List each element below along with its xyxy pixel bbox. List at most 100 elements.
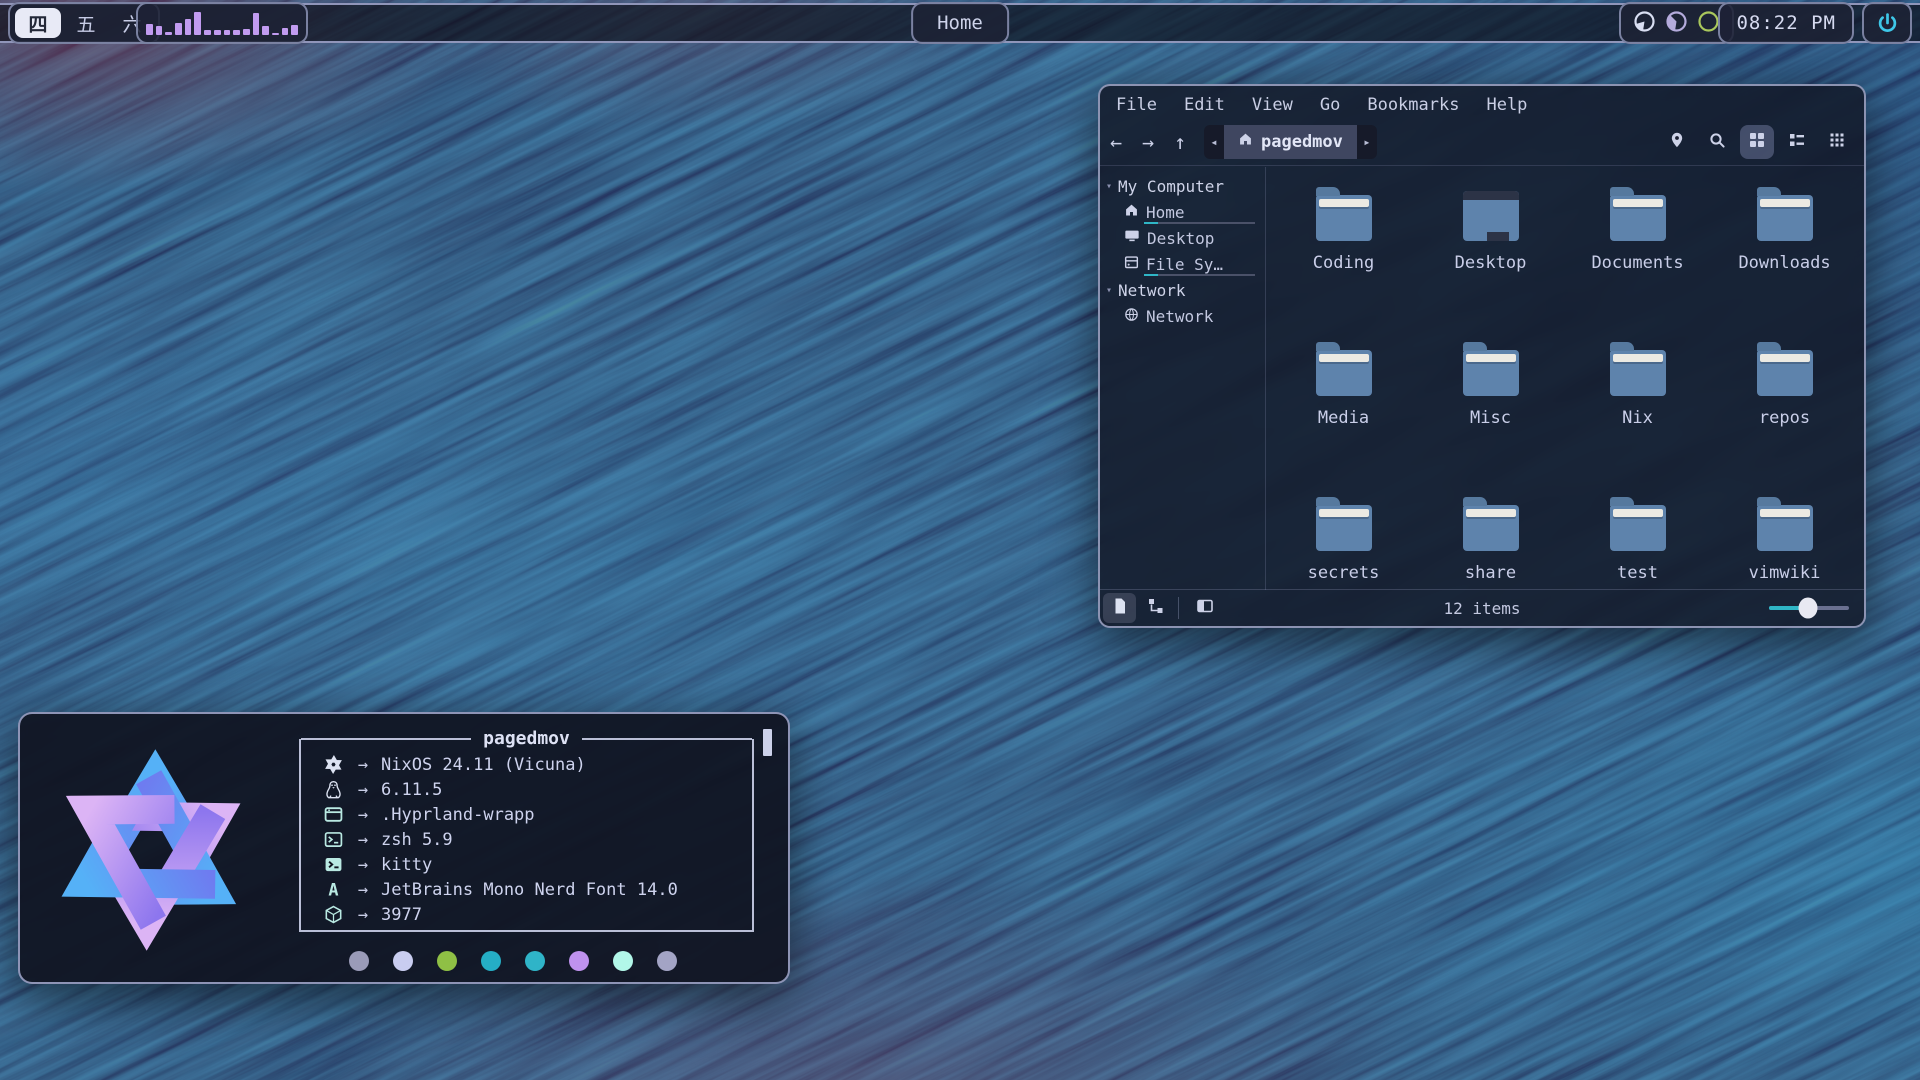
fastfetch-row: →zsh 5.9 <box>301 827 752 852</box>
palette-dot <box>349 951 369 971</box>
frame-line <box>301 738 471 740</box>
visualizer-bar <box>165 32 172 35</box>
audio-visualizer-widget <box>136 2 308 44</box>
folder-label: Documents <box>1591 253 1683 273</box>
folder-media[interactable]: Media <box>1270 334 1417 489</box>
folder-grid: CodingDesktop Documents Downloads MediaMisc… <box>1270 167 1862 590</box>
location-pin-icon <box>1668 131 1686 153</box>
icon-view-icon <box>1748 131 1766 153</box>
up-button[interactable]: ↑ <box>1164 126 1196 158</box>
tab-scroll-left-icon[interactable]: ◂ <box>1204 135 1224 149</box>
sidebar-item-desktop[interactable]: Desktop <box>1100 225 1265 251</box>
workspace-button[interactable]: 四 <box>15 8 61 38</box>
folder-misc[interactable]: Misc <box>1417 334 1564 489</box>
sidebar-item-label: Home <box>1146 203 1185 222</box>
slider-knob[interactable] <box>1799 598 1818 619</box>
folder-label: Nix <box>1622 408 1653 428</box>
menu-bar: File Edit View Go Bookmarks Help <box>1100 86 1864 119</box>
folder-icon <box>1610 505 1666 551</box>
desktop: 四五六 Home 08:22 PM FileEditViewGoBookmark… <box>0 0 1920 1080</box>
toggle-tree-view-button[interactable] <box>1139 593 1172 623</box>
sidebar-item-filesy[interactable]: File Sy… <box>1100 251 1265 277</box>
menu-item-file[interactable]: File <box>1116 95 1157 115</box>
folder-label: Downloads <box>1738 253 1830 273</box>
visualizer-bar <box>175 23 182 35</box>
icon-view-button[interactable] <box>1740 125 1774 159</box>
power-button[interactable] <box>1862 2 1912 44</box>
palette-dot <box>569 951 589 971</box>
list-view-button[interactable] <box>1780 125 1814 159</box>
folder-coding[interactable]: Coding <box>1270 179 1417 334</box>
menu-item-go[interactable]: Go <box>1320 95 1340 115</box>
folder-desktop[interactable]: Desktop <box>1417 179 1564 334</box>
arrow-icon: → <box>345 755 381 775</box>
frame-line <box>582 738 752 740</box>
expander-icon[interactable]: ▾ <box>1106 285 1112 296</box>
fastfetch-row: →kitty <box>301 852 752 877</box>
system-indicators-widget[interactable] <box>1619 2 1734 44</box>
terminal-icon <box>321 855 345 874</box>
up-icon: ↑ <box>1174 130 1186 154</box>
fastfetch-row: →NixOS 24.11 (Vicuna) <box>301 752 752 777</box>
menu-item-edit[interactable]: Edit <box>1184 95 1225 115</box>
arrow-icon: → <box>345 805 381 825</box>
expander-icon[interactable]: ▾ <box>1106 181 1112 192</box>
circle-indicator-3[interactable] <box>1697 10 1720 37</box>
arrow-icon: → <box>345 855 381 875</box>
location-pin-button[interactable] <box>1660 125 1694 159</box>
icon-size-slider[interactable] <box>1769 593 1849 623</box>
terminal-window[interactable]: pagedmov →NixOS 24.11 (Vicuna)→6.11.5→.H… <box>18 712 790 984</box>
fastfetch-value: NixOS 24.11 (Vicuna) <box>381 755 586 775</box>
visualizer-bar <box>243 29 250 35</box>
folder-repos[interactable]: repos <box>1711 334 1858 489</box>
shell-icon <box>321 830 345 849</box>
packages-icon <box>321 905 345 924</box>
visualizer-bar <box>224 30 231 35</box>
palette-dot <box>481 951 501 971</box>
folder-downloads[interactable]: Downloads <box>1711 179 1858 334</box>
folder-label: test <box>1617 563 1658 583</box>
sidebar-item-home[interactable]: Home <box>1100 199 1265 225</box>
desktop-icon <box>1124 228 1140 248</box>
menu-item-bookmarks[interactable]: Bookmarks <box>1367 95 1459 115</box>
view-toolbar-icons <box>1660 119 1854 165</box>
toolbar: ← → ↑ ◂ pagedmov ▸ <box>1100 119 1864 166</box>
back-icon: ← <box>1110 130 1122 154</box>
hide-panel-button[interactable] <box>1188 593 1221 623</box>
arrow-icon: → <box>345 830 381 850</box>
circle-indicator-1[interactable] <box>1633 10 1656 37</box>
visualizer-bar <box>185 19 192 35</box>
folder-icon <box>1463 350 1519 396</box>
font-icon: A <box>321 880 345 899</box>
visualizer-bar <box>233 30 240 35</box>
tab-pagedmov[interactable]: pagedmov <box>1224 125 1357 159</box>
visualizer-bar <box>214 30 221 35</box>
fastfetch-frame: pagedmov →NixOS 24.11 (Vicuna)→6.11.5→.H… <box>299 739 754 932</box>
workspace-button[interactable]: 五 <box>65 8 107 38</box>
palette-dot <box>613 951 633 971</box>
sidebar-group-network[interactable]: ▾Network <box>1100 277 1265 303</box>
sidebar-group-my-computer[interactable]: ▾My Computer <box>1100 173 1265 199</box>
tab-scroll-right-icon[interactable]: ▸ <box>1357 135 1377 149</box>
menu-item-view[interactable]: View <box>1252 95 1293 115</box>
network-icon <box>1124 307 1139 326</box>
search-button[interactable] <box>1700 125 1734 159</box>
fastfetch-frame-bottom <box>301 930 752 932</box>
compact-view-button[interactable] <box>1820 125 1854 159</box>
back-button[interactable]: ← <box>1100 126 1132 158</box>
forward-button[interactable]: → <box>1132 126 1164 158</box>
circle-indicator-2[interactable] <box>1665 10 1688 37</box>
folder-documents[interactable]: Documents <box>1564 179 1711 334</box>
folder-icon <box>1316 350 1372 396</box>
visualizer-bar <box>146 24 153 35</box>
terminal-color-palette <box>349 951 677 971</box>
fastfetch-value: kitty <box>381 855 432 875</box>
nixos-logo <box>34 738 268 966</box>
nixos-icon <box>321 754 345 775</box>
toggle-places-panel-button[interactable] <box>1103 593 1136 623</box>
folder-nix[interactable]: Nix <box>1564 334 1711 489</box>
sidebar-item-network[interactable]: Network <box>1100 303 1265 329</box>
menu-item-help[interactable]: Help <box>1486 95 1527 115</box>
sidebar-item-label: Network <box>1146 307 1213 326</box>
visualizer-bar <box>262 26 269 35</box>
